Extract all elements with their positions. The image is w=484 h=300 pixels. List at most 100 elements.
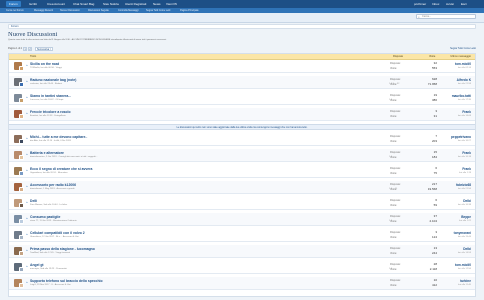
last-poster[interactable]: Alfredo K bbox=[457, 78, 471, 82]
views-count: 553 bbox=[431, 66, 437, 70]
thread-row[interactable]: » Sicilia on the road TOMirello, Ieri alle… bbox=[9, 60, 475, 73]
page-description: Queste sono tutte le discussioni non let… bbox=[8, 39, 167, 41]
nav-tab-vieni[interactable]: Vieni Pti bbox=[163, 1, 180, 7]
last-poster-avatar[interactable] bbox=[19, 283, 24, 288]
breadcrumb-item-forum[interactable]: Forum bbox=[11, 25, 19, 29]
replies-label: Risposte: bbox=[390, 94, 401, 97]
unread-thread-icon: » bbox=[26, 111, 28, 115]
nav-tab-utenti-registrati[interactable]: Utenti Registrati bbox=[122, 1, 149, 7]
thread-meta: Utravoltass, 12 Giu 2017 · Bt e ... Acce… bbox=[30, 236, 79, 238]
last-poster-avatar[interactable] bbox=[19, 267, 24, 272]
page-button[interactable]: 1 bbox=[23, 47, 27, 51]
thread-meta: TomMod, Sab alle 17:45 · Viaggi tarmanti bbox=[30, 252, 71, 254]
last-poster[interactable]: mauribo.tatti bbox=[452, 94, 471, 98]
last-post-time[interactable]: Ieri alle 15:44 bbox=[458, 236, 471, 239]
last-poster-avatar[interactable] bbox=[19, 155, 24, 160]
last-poster[interactable]: turbine bbox=[460, 279, 471, 283]
last-poster[interactable]: Beppe bbox=[461, 215, 471, 219]
thread-row[interactable]: » Delli Zoro Mamos, Sab alle 10:44 · Le bi… bbox=[9, 197, 475, 210]
thread-row[interactable]: » Siamo in tantini stanera... Lucascco, Ie… bbox=[9, 92, 475, 105]
nav-tab-news[interactable]: News bbox=[150, 1, 164, 7]
last-poster[interactable]: Frank bbox=[462, 110, 471, 114]
last-poster-avatar[interactable] bbox=[19, 187, 24, 192]
account-alerts[interactable]: Avvisi bbox=[446, 1, 454, 7]
thread-row[interactable]: » Supporto telefono sul braccio dello spe… bbox=[9, 277, 475, 290]
nav-tab-forum[interactable]: Forum bbox=[6, 1, 21, 7]
last-poster-avatar[interactable] bbox=[19, 82, 24, 87]
last-post-time[interactable]: Ieri alle 1:19 bbox=[459, 172, 471, 175]
last-poster-avatar[interactable] bbox=[19, 235, 24, 240]
last-post-time[interactable]: Ieri alle 12:56 bbox=[458, 268, 471, 271]
thread-row[interactable]: » Prima passo della stagione - lucomagno T… bbox=[9, 245, 475, 258]
thread-row[interactable]: » Freccie tricolore a rosolo Emettiet, Ier… bbox=[9, 108, 475, 121]
last-post-time[interactable]: Ieri alle 10:27 bbox=[458, 140, 471, 143]
thread-meta: Luigi1, 29 Nov 2017 · Il... Accessori & … bbox=[30, 284, 71, 286]
last-poster-avatar[interactable] bbox=[19, 66, 24, 71]
thread-title[interactable]: Batteria e alternatore bbox=[30, 151, 64, 155]
thread-title[interactable]: Delli bbox=[30, 199, 37, 203]
nav-tab-chat[interactable]: Chat Smart Bag bbox=[70, 1, 97, 7]
mark-all-read-link[interactable]: Segna Tutto Come Letto bbox=[450, 47, 476, 51]
thread-row[interactable]: » Batteria e alternatore dominikmartins, 2… bbox=[9, 149, 475, 162]
last-poster[interactable]: tom.mioli0 bbox=[455, 62, 471, 66]
thread-title[interactable]: Siamo in tantini stanera... bbox=[30, 94, 71, 98]
last-poster-avatar[interactable] bbox=[19, 114, 24, 119]
last-poster[interactable]: peppetrivano bbox=[451, 135, 471, 139]
views-label: Visite: bbox=[390, 115, 398, 118]
thread-title[interactable]: Accessorio per radio k12006 bbox=[30, 183, 76, 187]
search-input[interactable]: ⌕ Cerca... bbox=[416, 14, 476, 19]
thread-title[interactable]: Cellulari compatibili con il volvo 2 bbox=[30, 231, 85, 235]
thread-row[interactable]: » Angel gt marcopiu, Sab alle 19:23 · Pneu… bbox=[9, 261, 475, 274]
views-label: Visite: bbox=[390, 188, 398, 191]
thread-row[interactable]: » Michi... tutte a me devono capitare.. do… bbox=[9, 133, 475, 146]
thread-title[interactable]: Prima passo della stagione - lucomagno bbox=[30, 247, 95, 251]
last-poster-avatar[interactable] bbox=[19, 139, 24, 144]
thread-title[interactable]: Ecco il segno di creature che si avvera bbox=[30, 167, 92, 171]
thread-title[interactable]: Freccie tricolore a rosolo bbox=[30, 110, 71, 114]
last-post-time[interactable]: Ieri alle 1:22 bbox=[459, 220, 471, 223]
thread-row[interactable]: » Raduno nazionale bag (note) carlovinx, I… bbox=[9, 76, 475, 89]
last-poster[interactable]: Frank bbox=[462, 167, 471, 171]
thread-row[interactable]: » Ecco il segno di creature che si avvera… bbox=[9, 165, 475, 178]
last-post-time[interactable]: Ieri alle 02:14 bbox=[458, 67, 471, 70]
last-poster[interactable]: tom.mioli0 bbox=[455, 263, 471, 267]
thread-title[interactable]: Michi... tutte a me devono capitare.. bbox=[30, 135, 87, 139]
thread-title[interactable]: Sicilia on the road bbox=[30, 62, 59, 66]
last-poster[interactable]: fabrizio68 bbox=[456, 183, 471, 187]
account-inbox[interactable]: Inbox bbox=[432, 1, 439, 7]
replies-label: Risposte: bbox=[390, 215, 401, 218]
last-poster-avatar[interactable] bbox=[19, 171, 24, 176]
page-button[interactable]: 2 bbox=[28, 47, 32, 51]
last-poster-avatar[interactable] bbox=[19, 219, 24, 224]
last-post-time[interactable]: Ieri alle 21:54 bbox=[458, 188, 471, 191]
views-count: 71.958 bbox=[427, 82, 437, 86]
last-poster[interactable]: Delbi bbox=[463, 199, 471, 203]
nav-tab-crea-account[interactable]: Crea Account bbox=[44, 1, 68, 7]
thread-title[interactable]: Supporto telefono sul braccio dello spec… bbox=[30, 279, 103, 283]
thread-meta: dos Alte, Ieri alle 12:14 · In Ah, 0 Die… bbox=[30, 140, 71, 142]
thread-title[interactable]: Angel gt bbox=[30, 263, 44, 267]
last-post-time[interactable]: Ieri alle 14:53 bbox=[458, 252, 471, 255]
last-post-time[interactable]: Ieri alle 10:38 bbox=[458, 204, 471, 207]
next-page-button[interactable]: Successiva > bbox=[35, 47, 54, 51]
last-poster[interactable]: Frank bbox=[462, 151, 471, 155]
last-poster-avatar[interactable] bbox=[19, 203, 24, 208]
thread-row[interactable]: » Consumo pastiglie steve 77, 11 Giu 2019 … bbox=[9, 213, 475, 226]
nav-tab-iscritti[interactable]: Iscritti bbox=[26, 1, 40, 7]
account-logout[interactable]: Esci bbox=[461, 1, 467, 7]
last-poster-avatar[interactable] bbox=[19, 251, 24, 256]
thread-title[interactable]: Raduno nazionale bag (note) bbox=[30, 78, 76, 82]
last-post-time[interactable]: Ieri alle 16:08 bbox=[458, 115, 471, 118]
last-poster[interactable]: Delbi bbox=[463, 247, 471, 251]
thread-row[interactable]: » Accessorio per radio k12006 dominikmart,… bbox=[9, 181, 475, 194]
account-username[interactable]: pcchimer bbox=[414, 1, 426, 7]
last-poster[interactable]: tonymorani bbox=[454, 231, 471, 235]
thread-row[interactable]: » Cellulari compatibili con il volvo 2 Utr… bbox=[9, 229, 475, 242]
thread-title[interactable]: Consumo pastiglie bbox=[30, 215, 60, 219]
last-post-time[interactable]: Ieri alle 10:18 bbox=[458, 156, 471, 159]
last-post-time[interactable]: Ieri alle 17:35 bbox=[458, 99, 471, 102]
nav-tab-notizie[interactable]: Stav Notizie bbox=[100, 1, 122, 7]
last-poster-avatar[interactable] bbox=[19, 98, 24, 103]
last-post-time[interactable]: Ieri alle 11:40 bbox=[458, 284, 471, 287]
last-post-time[interactable]: Ieri alle 21:59 bbox=[458, 83, 471, 86]
